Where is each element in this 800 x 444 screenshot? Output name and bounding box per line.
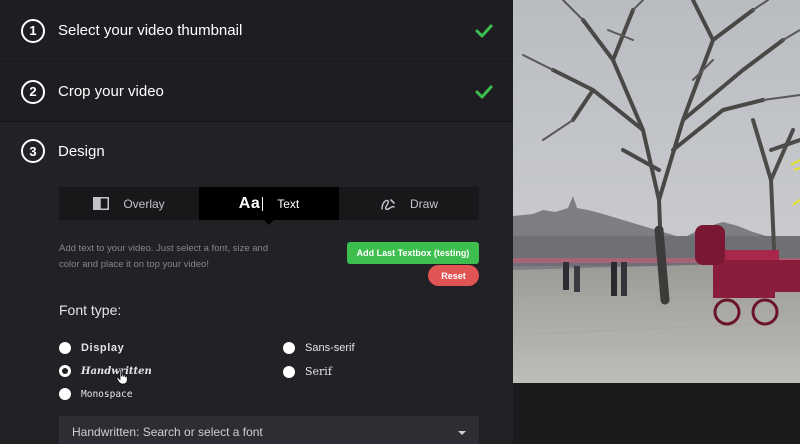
step-number: 2 (21, 79, 45, 104)
step-number: 1 (21, 18, 45, 43)
tab-overlay[interactable]: Overlay (59, 187, 199, 220)
add-last-textbox-button[interactable]: Add Last Textbox (testing) (347, 242, 479, 264)
editor-panel: 1 Select your video thumbnail 2 Crop you… (0, 0, 513, 444)
design-tabs: Overlay Aa Text Draw (59, 187, 479, 225)
reset-button[interactable]: Reset (428, 265, 479, 286)
tab-text[interactable]: Aa Text (199, 187, 339, 225)
step-select-thumbnail[interactable]: 1 Select your video thumbnail (0, 0, 513, 62)
font-option-label: Sans-serif (305, 342, 355, 354)
tab-draw[interactable]: Draw (339, 187, 479, 220)
font-option-label: Serif (305, 365, 332, 378)
video-frame-image (513, 0, 800, 383)
draw-icon (380, 197, 396, 211)
overlay-icon (93, 197, 110, 210)
hand-cursor-icon (116, 369, 128, 385)
font-option-label: Monospace (81, 388, 133, 400)
check-icon (475, 85, 493, 98)
video-preview[interactable] (513, 0, 800, 383)
step-crop-video[interactable]: 2 Crop your video (0, 62, 513, 122)
step-number: 3 (21, 139, 45, 163)
radio-button[interactable] (283, 342, 295, 354)
radio-button[interactable] (59, 342, 71, 354)
font-select-value: Handwritten: Search or select a font (72, 425, 263, 439)
tab-label: Text (277, 196, 300, 211)
radio-button[interactable] (59, 388, 71, 400)
font-option-handwritten[interactable]: Handwritten (59, 365, 152, 377)
step-design[interactable]: 3 Design (0, 122, 513, 180)
font-type-label: Font type: (59, 302, 122, 318)
radio-button[interactable] (283, 365, 295, 378)
step-title: Crop your video (58, 83, 164, 100)
tab-label: Draw (409, 196, 438, 211)
help-text: Add text to your video. Just select a fo… (59, 243, 269, 270)
tab-label: Overlay (123, 196, 165, 211)
preview-panel (513, 0, 800, 444)
font-option-serif[interactable]: Serif (283, 365, 332, 378)
check-icon (475, 24, 493, 37)
font-option-monospace[interactable]: Monospace (59, 388, 132, 400)
font-option-sans-serif[interactable]: Sans-serif (283, 342, 355, 354)
font-option-display[interactable]: Display (59, 342, 124, 354)
chevron-down-icon (458, 431, 466, 435)
font-option-label: Display (81, 342, 125, 354)
text-aa-icon: Aa (239, 195, 264, 213)
step-title: Select your video thumbnail (58, 22, 243, 39)
font-select[interactable]: Handwritten: Search or select a font (59, 416, 479, 444)
radio-button[interactable] (59, 365, 71, 377)
step-title: Design (58, 142, 105, 160)
